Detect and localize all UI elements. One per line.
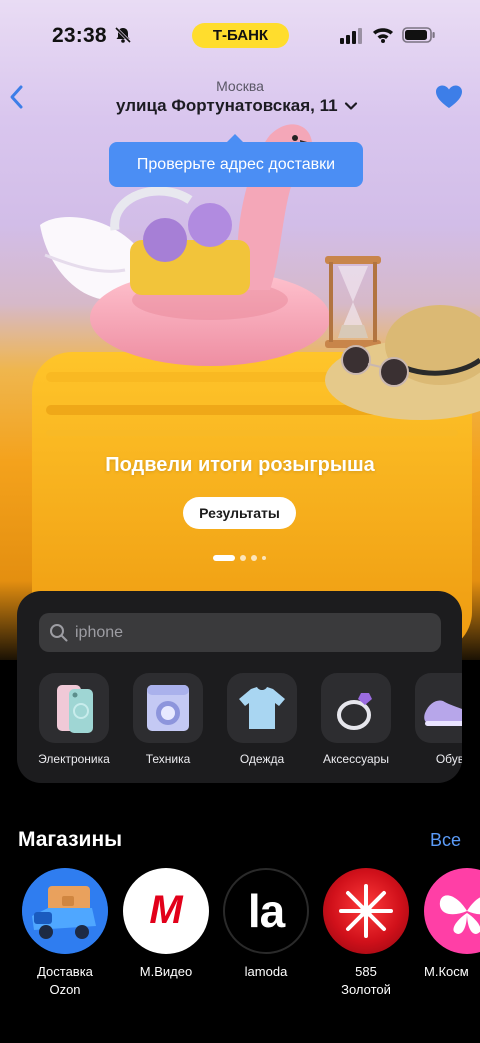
search-icon xyxy=(50,624,68,642)
carousel-dot xyxy=(251,555,257,561)
carousel-dot xyxy=(213,555,235,561)
wifi-icon xyxy=(373,28,393,43)
585-zolotoy-logo xyxy=(323,868,409,954)
washing-machine-icon xyxy=(147,685,189,731)
category-label: Аксессуары xyxy=(323,752,389,766)
carrier-badge: Т-БАНК xyxy=(192,23,289,48)
banner-title: Подвели итоги розыгрыша xyxy=(105,454,375,476)
status-bar: 23:38 Т-БАНК xyxy=(0,0,480,70)
category-tile xyxy=(133,673,203,743)
category-label: Техника xyxy=(145,752,191,766)
store-label: lamoda xyxy=(244,964,288,979)
status-time: 23:38 xyxy=(52,24,107,47)
store-ozon-delivery[interactable]: Доставка Ozon xyxy=(20,868,110,999)
store-label: М.Видео xyxy=(139,964,193,979)
store-m-kosmetika[interactable]: М.Косм xyxy=(421,868,480,981)
mvideo-logo-text: М xyxy=(149,888,183,932)
phone-icon xyxy=(57,685,93,733)
search-bar[interactable] xyxy=(39,613,441,652)
lamoda-logo-text: la xyxy=(247,885,285,937)
address-label: улица Фортунатовская, 11 xyxy=(116,96,338,115)
butterfly-logo xyxy=(424,868,480,954)
category-accessories[interactable]: Аксессуары xyxy=(309,673,403,766)
store-label: М.Косм xyxy=(424,964,469,979)
store-585-zolotoy[interactable]: 585 Золотой xyxy=(321,868,411,999)
store-logo xyxy=(22,868,108,954)
category-tile xyxy=(321,673,391,743)
category-label: Одежда xyxy=(239,752,285,766)
chevron-down-icon xyxy=(344,102,357,110)
sneaker-icon xyxy=(424,700,462,726)
starburst-icon xyxy=(339,884,393,938)
signal-icon xyxy=(340,28,362,44)
stores-all-link[interactable]: Все xyxy=(430,830,461,851)
search-card: Электроника Техника Одежда xyxy=(17,591,462,783)
tshirt-icon xyxy=(239,687,285,729)
bell-muted-icon xyxy=(114,26,132,44)
store-label: 585 Золотой xyxy=(341,964,391,997)
category-label: Электроника xyxy=(38,752,110,766)
category-shoes[interactable]: Обув xyxy=(403,673,462,766)
category-tile xyxy=(415,673,462,743)
carousel-indicator xyxy=(213,555,266,561)
carousel-dot xyxy=(240,555,246,561)
address-tooltip[interactable]: Проверьте адрес доставки xyxy=(109,134,363,187)
store-mvideo[interactable]: М М.Видео xyxy=(121,868,211,981)
carousel-dot xyxy=(262,556,266,560)
search-input[interactable] xyxy=(75,613,425,652)
store-label: Доставка Ozon xyxy=(37,964,93,997)
butterfly-icon xyxy=(439,895,480,934)
delivery-truck-icon xyxy=(22,868,108,954)
stores-heading: Магазины xyxy=(18,828,123,851)
category-label: Обув xyxy=(435,752,462,766)
lamoda-logo: la xyxy=(223,868,309,954)
store-lamoda[interactable]: la lamoda xyxy=(221,868,311,981)
promo-banner[interactable]: 23:38 Т-БАНК Москва улица Фортунатовская… xyxy=(0,0,480,660)
category-list: Электроника Техника Одежда Аксессуары Об… xyxy=(17,673,462,773)
city-label: Москва xyxy=(216,78,264,94)
battery-icon xyxy=(402,27,435,43)
results-button[interactable]: Результаты xyxy=(183,497,296,529)
category-clothing[interactable]: Одежда xyxy=(215,673,309,766)
mvideo-logo: М xyxy=(123,868,209,954)
category-electronics[interactable]: Электроника xyxy=(27,673,121,766)
category-tile xyxy=(227,673,297,743)
ring-icon xyxy=(337,693,372,730)
heart-icon[interactable] xyxy=(435,84,463,110)
category-appliances[interactable]: Техника xyxy=(121,673,215,766)
address-selector[interactable]: улица Фортунатовская, 11 xyxy=(116,95,358,117)
category-tile xyxy=(39,673,109,743)
